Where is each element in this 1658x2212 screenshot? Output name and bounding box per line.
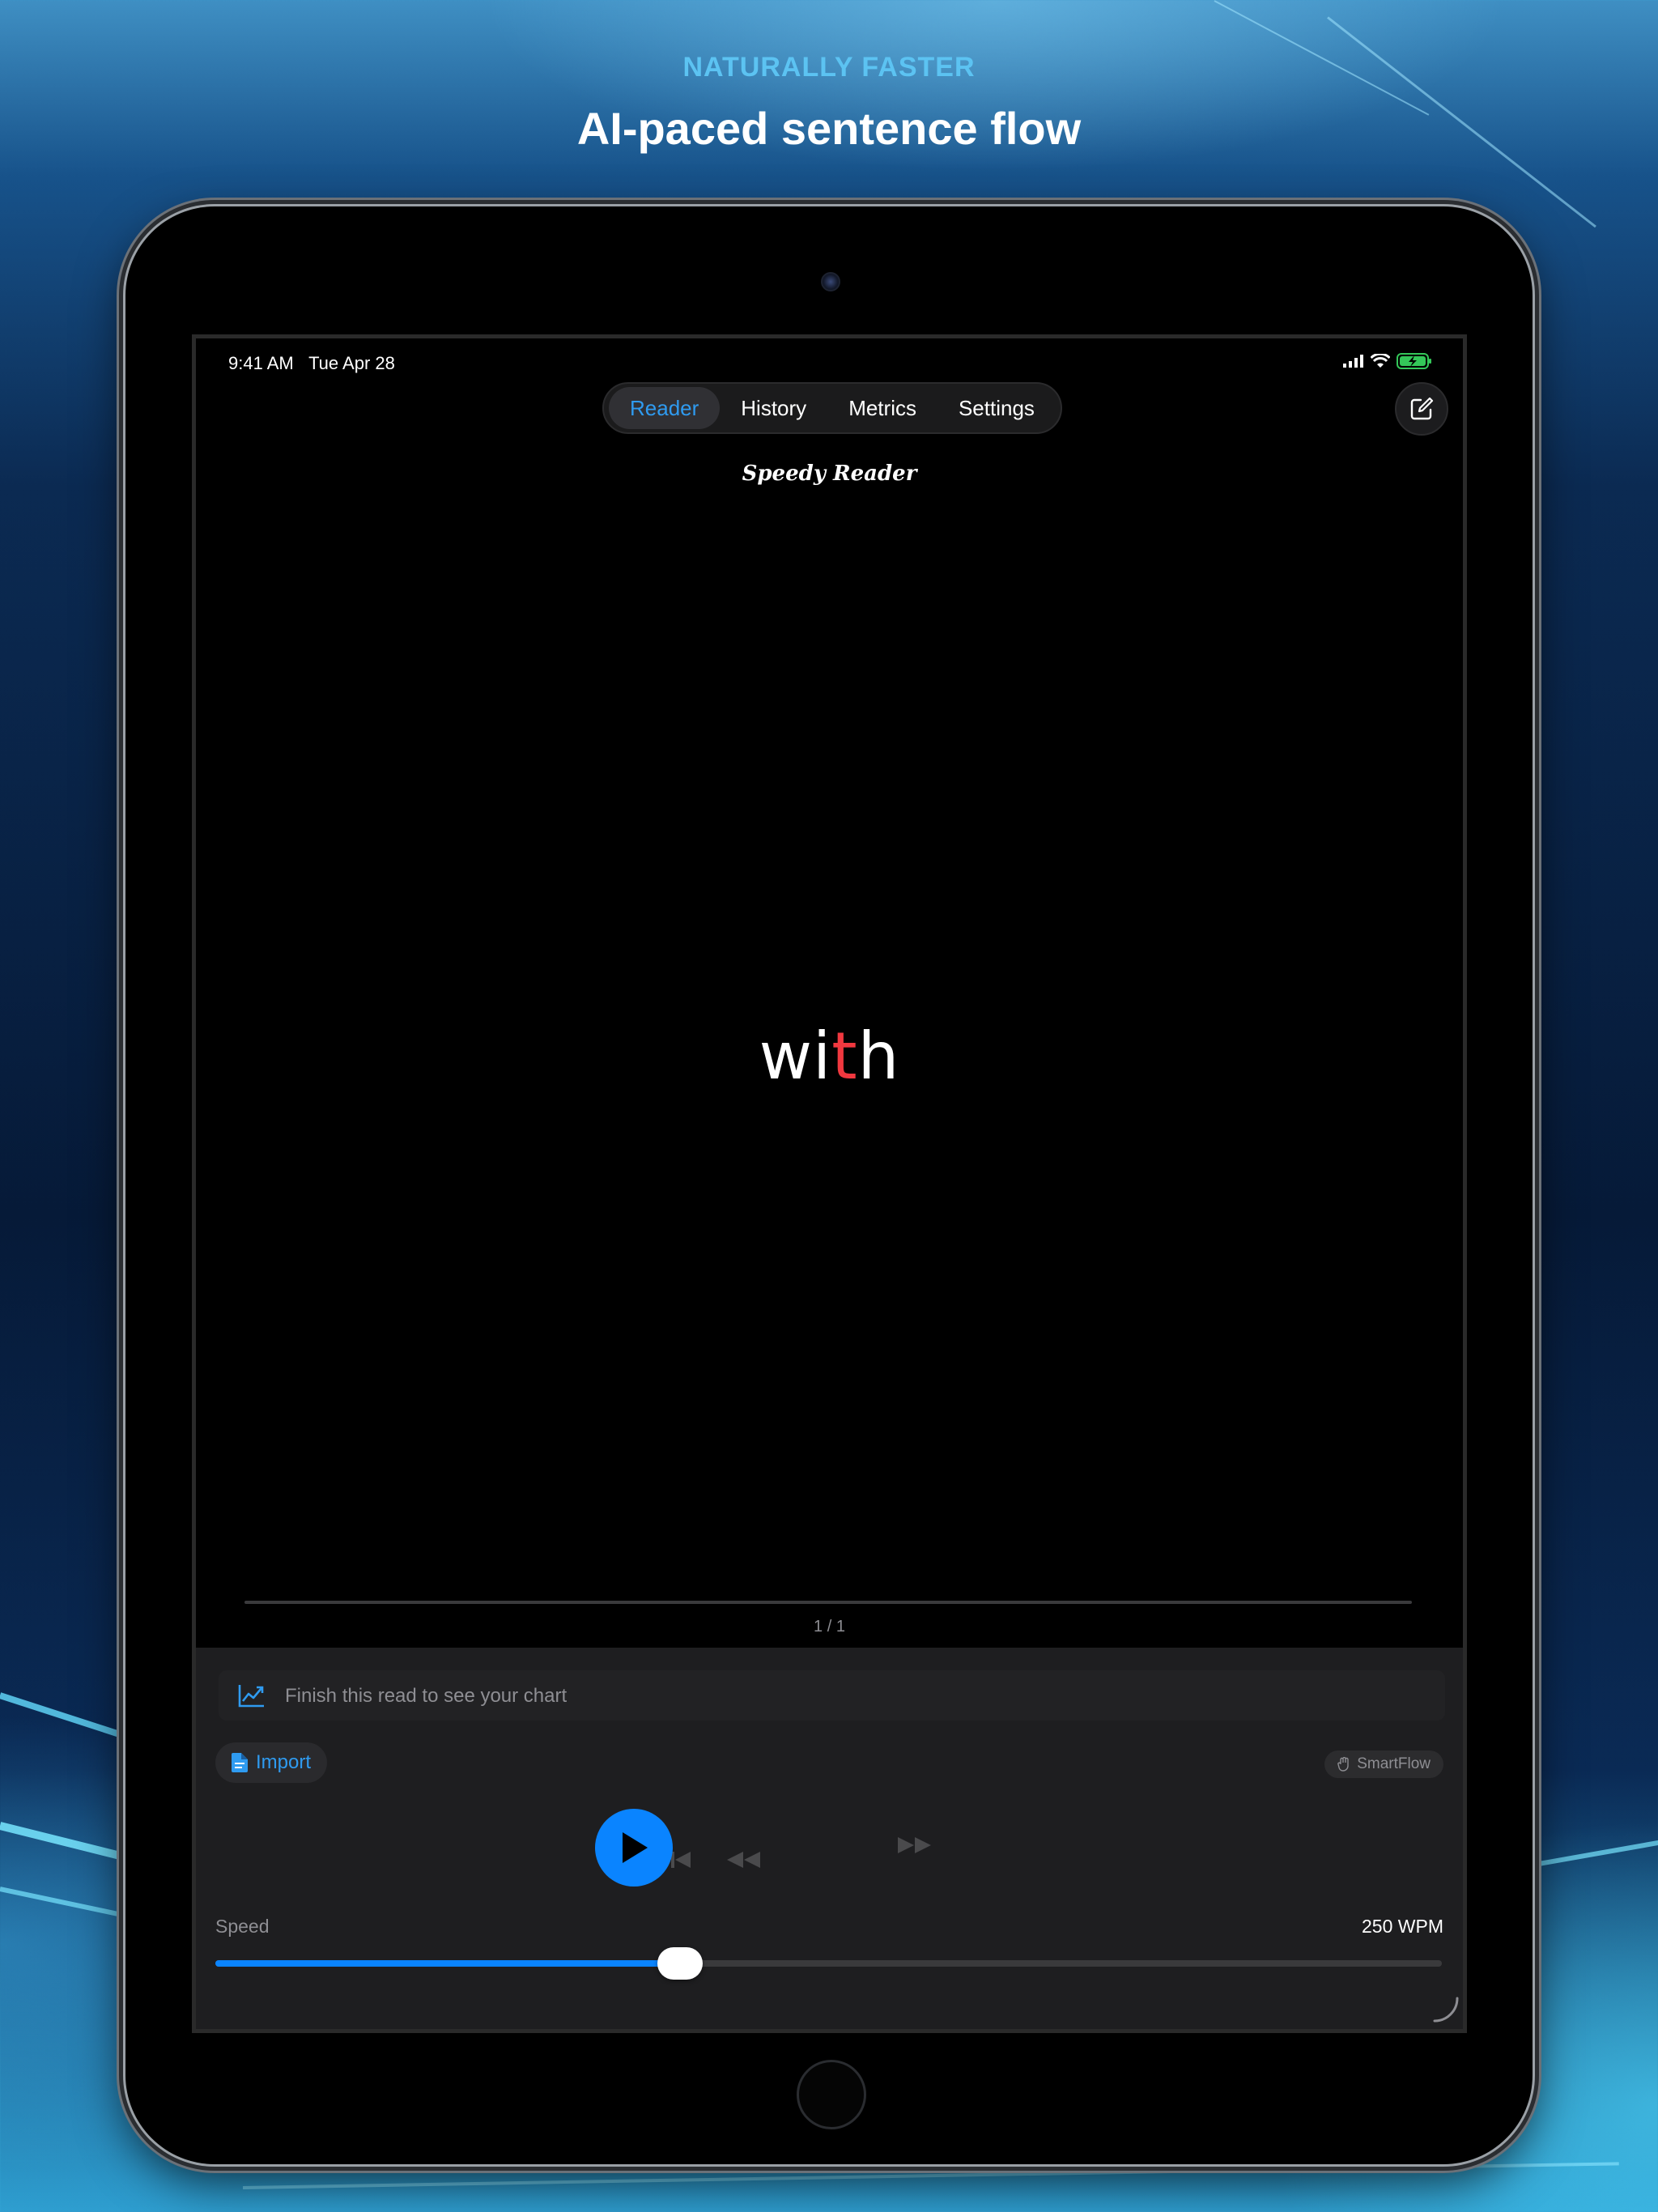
document-icon [232, 1753, 248, 1772]
control-panel: Finish this read to see your chart Impor… [196, 1648, 1463, 2029]
app-title: Speedy Reader [742, 462, 917, 486]
current-word: with [196, 1019, 1463, 1094]
status-time: 9:41 AM Tue Apr 28 [228, 353, 395, 373]
chart-hint-text: Finish this read to see your chart [285, 1685, 568, 1707]
import-button[interactable]: Import [215, 1742, 328, 1783]
word-suffix: h [857, 1019, 900, 1094]
chart-icon [238, 1685, 264, 1708]
word-focus-letter: t [831, 1019, 858, 1094]
rewind-icon[interactable] [724, 1848, 763, 1872]
word-prefix: wi [759, 1019, 832, 1094]
signal-icon [1343, 355, 1363, 368]
reading-progress-bar [244, 1601, 1412, 1604]
fast-forward-icon[interactable] [895, 1833, 934, 1857]
page-indicator: 1 / 1 [814, 1618, 845, 1636]
play-icon [623, 1832, 648, 1863]
tab-reader[interactable]: Reader [609, 387, 721, 429]
import-label: Import [256, 1751, 312, 1773]
speed-slider-thumb[interactable] [657, 1947, 704, 1980]
speed-slider[interactable] [215, 1947, 1442, 1980]
compose-icon [1410, 397, 1434, 420]
battery-icon [1397, 353, 1431, 369]
tab-metrics[interactable]: Metrics [827, 387, 937, 429]
compose-button[interactable] [1395, 382, 1448, 436]
tab-history[interactable]: History [720, 387, 827, 429]
tab-bar: Reader History Metrics Settings [602, 382, 1062, 434]
home-button[interactable] [797, 2060, 866, 2129]
play-button[interactable] [595, 1809, 673, 1887]
tab-settings[interactable]: Settings [937, 387, 1056, 429]
speed-slider-fill [215, 1960, 681, 1967]
header-kicker: NATURALLY FASTER [682, 52, 976, 83]
chart-hint-banner: Finish this read to see your chart [219, 1670, 1445, 1721]
front-camera [821, 272, 840, 291]
smartflow-toggle[interactable]: SmartFlow [1324, 1750, 1443, 1778]
smartflow-label: SmartFlow [1357, 1755, 1431, 1772]
app-screen: 9:41 AM Tue Apr 28 Reader History Metric… [192, 334, 1467, 2033]
header-title: AI-paced sentence flow [576, 103, 1082, 154]
status-bar: 9:41 AM Tue Apr 28 [196, 338, 1463, 387]
hand-icon [1337, 1757, 1349, 1772]
wifi-icon [1371, 354, 1390, 368]
status-icons [1343, 353, 1432, 369]
